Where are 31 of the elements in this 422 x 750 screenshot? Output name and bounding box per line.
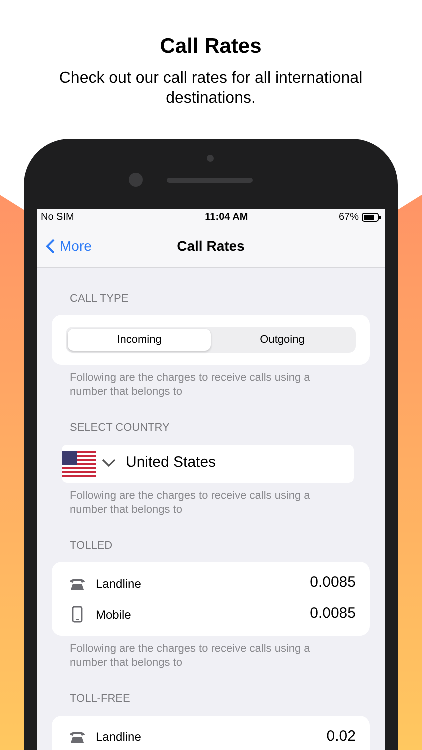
segment-tab[interactable]: Incoming — [68, 329, 211, 351]
back-chevron-icon — [46, 238, 55, 254]
back-link[interactable]: More — [46, 236, 92, 256]
mobile-phone-icon — [72, 606, 82, 623]
screen-title: Call Rates — [177, 236, 245, 256]
section-note: Following are the charges to receive calls using a number that belongs to — [69, 371, 312, 399]
subtitle: Check out our call rates for all international destinations. — [58, 68, 364, 108]
battery-percent: 67% — [338, 210, 359, 224]
flag-icon — [62, 450, 96, 476]
carrier-label: No SIM — [41, 210, 74, 224]
line-type-label: Landline — [96, 576, 142, 592]
rate-value: 0.02 — [326, 726, 356, 747]
rate-value: 0.0085 — [310, 573, 356, 594]
segment-tab[interactable]: Outgoing — [211, 329, 354, 351]
battery-icon — [362, 212, 381, 222]
chevron-down-icon — [102, 459, 116, 468]
telephone-icon — [68, 576, 86, 590]
country-selector[interactable]: United States — [62, 444, 354, 482]
status-time: 11:04 AM — [205, 210, 248, 224]
headline: Call Rates — [160, 34, 262, 60]
section-header: TOLLED — [69, 538, 114, 554]
section-note: Following are the charges to receive calls using a number that belongs to — [69, 488, 312, 516]
line-type-label: Landline — [96, 729, 142, 746]
rate-value: 0.0085 — [310, 604, 356, 624]
telephone-icon — [68, 730, 86, 744]
section-header: SELECT COUNTRY — [69, 421, 171, 436]
section-header: CALL TYPE — [69, 292, 130, 306]
camera-lens — [129, 172, 143, 186]
section-header: TOLL-FREE — [69, 692, 132, 707]
section-note: Following are the charges to receive calls using a number that belongs to — [69, 642, 312, 670]
line-type-label: Mobile — [96, 606, 132, 624]
